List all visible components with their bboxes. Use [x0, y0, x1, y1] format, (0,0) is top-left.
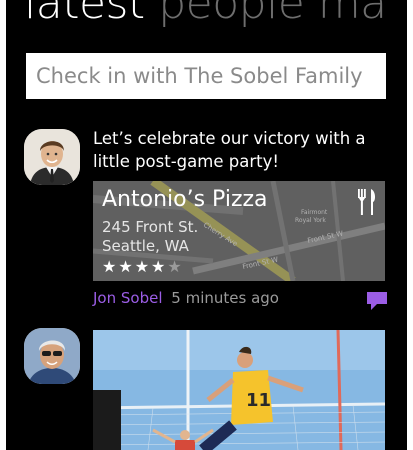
star-icon: ★: [102, 257, 119, 276]
post-text: Let’s celebrate our victory with a littl…: [93, 129, 366, 171]
checkin-input[interactable]: Check in with The Sobel Family: [26, 53, 386, 99]
title-secondary: people ma: [158, 0, 387, 29]
place-name: Antonio’s Pizza: [102, 187, 268, 212]
star-icon: ★: [134, 257, 152, 276]
comment-icon[interactable]: [367, 292, 387, 310]
rating-stars: ★★★★★: [102, 257, 184, 276]
photo-soccer[interactable]: 11: [93, 330, 385, 450]
screen-frame-left: [0, 0, 6, 450]
star-icon: ★: [118, 257, 135, 276]
star-empty-icon: ★: [167, 257, 184, 276]
panorama-title: latest people ma: [24, 0, 387, 34]
post-meta: Jon Sobel 5 minutes ago: [93, 289, 279, 307]
post-time: 5 minutes ago: [171, 289, 279, 307]
place-address-line1: 245 Front St.: [102, 218, 199, 236]
screen-frame-right: [407, 0, 413, 450]
fork-knife-icon: [358, 189, 376, 215]
title-primary: latest: [24, 0, 145, 29]
star-icon: ★: [151, 257, 168, 276]
avatar-friend[interactable]: [24, 328, 80, 384]
post-author-link[interactable]: Jon Sobel: [93, 289, 163, 307]
jersey-number: 11: [246, 390, 271, 411]
place-address-line2: Seattle, WA: [102, 237, 189, 255]
avatar-jon-sobel[interactable]: [24, 129, 80, 185]
place-card[interactable]: Cherry Ave Front St W Front St W Fairmon…: [93, 181, 385, 281]
